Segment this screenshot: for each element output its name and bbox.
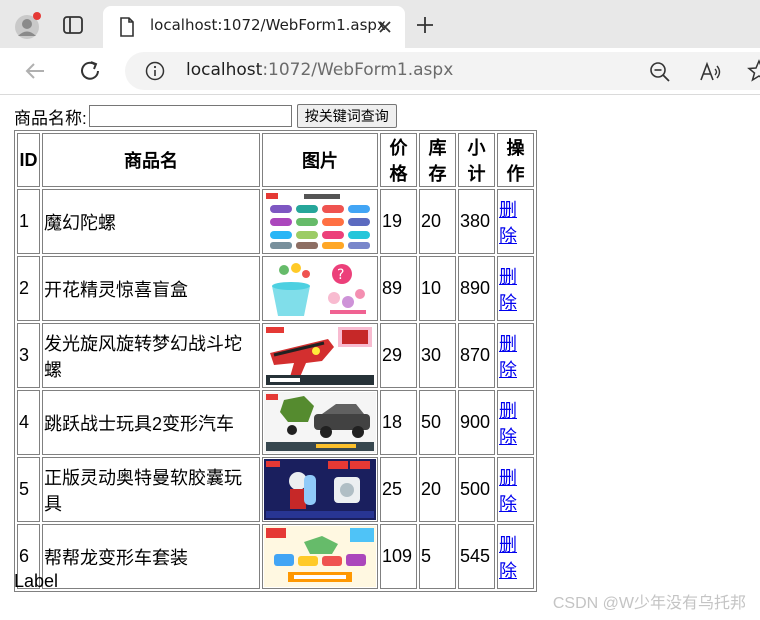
- glowing-launcher-product-image: [264, 325, 376, 386]
- cell-price: 29: [380, 323, 417, 388]
- footer-label: Label: [14, 571, 59, 591]
- page-icon: [120, 17, 134, 37]
- cell-action: 删除: [497, 256, 534, 321]
- tab-title: localhost:1072/WebForm1.aspx: [150, 16, 386, 34]
- cell-subtotal: 870: [458, 323, 495, 388]
- header-row: ID 商品名 图片 价格 库存 小计 操作: [17, 133, 534, 187]
- cell-image: [262, 189, 378, 254]
- cell-stock: 20: [419, 189, 456, 254]
- cell-name: 正版灵动奥特曼软胶囊玩具: [42, 457, 260, 522]
- search-row: 商品名称: 按关键词查询: [14, 103, 397, 129]
- cell-stock: 20: [419, 457, 456, 522]
- table-row: 5 正版灵动奥特曼软胶囊玩具 25 20 500 删除: [17, 457, 534, 522]
- cell-price: 19: [380, 189, 417, 254]
- new-tab-icon[interactable]: [414, 14, 436, 36]
- cell-name: 发光旋风旋转梦幻战斗坨螺: [42, 323, 260, 388]
- table-row: 3 发光旋风旋转梦幻战斗坨螺 29 30 870 删除: [17, 323, 534, 388]
- read-aloud-icon[interactable]: [698, 60, 722, 84]
- svg-text:?: ?: [337, 267, 344, 283]
- delete-link[interactable]: 删除: [499, 535, 517, 581]
- header-subtotal: 小计: [458, 133, 495, 187]
- table-row: 2 开花精灵惊喜盲盒 ? 89 10 890 删除: [17, 256, 534, 321]
- spinning-tops-product-image: [264, 191, 376, 252]
- address-bar[interactable]: localhost:1072/WebForm1.aspx: [125, 52, 760, 90]
- table-row: 1 魔幻陀螺 19 20 380 删除: [17, 189, 534, 254]
- cell-price: 109: [380, 524, 417, 589]
- search-button[interactable]: 按关键词查询: [296, 104, 397, 128]
- url-host: localhost: [186, 60, 263, 80]
- header-image: 图片: [262, 133, 378, 187]
- delete-link[interactable]: 删除: [499, 401, 517, 447]
- cell-action: 删除: [497, 323, 534, 388]
- cell-id: 2: [17, 256, 40, 321]
- cell-action: 删除: [497, 457, 534, 522]
- cell-name: 跳跃战士玩具2变形汽车: [42, 390, 260, 455]
- cell-id: 5: [17, 457, 40, 522]
- flower-pot-blind-box-product-image: ?: [264, 258, 376, 319]
- table-row: 4 跳跃战士玩具2变形汽车 18 50 900 删除: [17, 390, 534, 455]
- back-arrow-icon[interactable]: [22, 58, 48, 84]
- cell-subtotal: 380: [458, 189, 495, 254]
- cell-subtotal: 890: [458, 256, 495, 321]
- cell-stock: 10: [419, 256, 456, 321]
- url-path: :1072/WebForm1.aspx: [262, 60, 454, 80]
- cell-price: 89: [380, 256, 417, 321]
- cell-price: 18: [380, 390, 417, 455]
- delete-link[interactable]: 删除: [499, 200, 517, 246]
- cell-subtotal: 545: [458, 524, 495, 589]
- url-text[interactable]: localhost:1072/WebForm1.aspx: [186, 60, 453, 80]
- search-input[interactable]: [88, 105, 292, 127]
- watermark: CSDN @W少年没有乌托邦: [552, 595, 746, 612]
- dino-car-set-product-image: [264, 526, 376, 587]
- cell-image: [262, 390, 378, 455]
- table-row: 6 帮帮龙变形车套装 109 5 545 删除: [17, 524, 534, 589]
- header-name: 商品名: [42, 133, 260, 187]
- tab-actions-icon[interactable]: [62, 14, 84, 36]
- favorite-star-icon[interactable]: [747, 59, 760, 83]
- zoom-out-icon[interactable]: [649, 61, 671, 83]
- delete-link[interactable]: 删除: [499, 267, 517, 313]
- cell-id: 1: [17, 189, 40, 254]
- product-grid: ID 商品名 图片 价格 库存 小计 操作 1 魔幻陀螺 19 20 380 删…: [14, 130, 537, 592]
- cell-stock: 50: [419, 390, 456, 455]
- close-tab-icon[interactable]: [377, 19, 393, 35]
- reload-icon[interactable]: [77, 58, 103, 84]
- cell-action: 删除: [497, 189, 534, 254]
- cell-image: ?: [262, 256, 378, 321]
- cell-id: 3: [17, 323, 40, 388]
- cell-subtotal: 500: [458, 457, 495, 522]
- header-stock: 库存: [419, 133, 456, 187]
- cell-image: [262, 323, 378, 388]
- cell-action: 删除: [497, 390, 534, 455]
- browser-tab-bar: localhost:1072/WebForm1.aspx: [0, 0, 760, 48]
- cell-subtotal: 900: [458, 390, 495, 455]
- browser-toolbar: localhost:1072/WebForm1.aspx: [0, 48, 760, 95]
- active-tab[interactable]: localhost:1072/WebForm1.aspx: [103, 6, 405, 48]
- profile-avatar-icon[interactable]: [14, 12, 42, 40]
- cell-stock: 5: [419, 524, 456, 589]
- header-action: 操作: [497, 133, 534, 187]
- header-id: ID: [17, 133, 40, 187]
- cell-price: 25: [380, 457, 417, 522]
- cell-stock: 30: [419, 323, 456, 388]
- delete-link[interactable]: 删除: [499, 334, 517, 380]
- transforming-car-product-image: [264, 392, 376, 453]
- delete-link[interactable]: 删除: [499, 468, 517, 514]
- cell-id: 4: [17, 390, 40, 455]
- cell-image: [262, 524, 378, 589]
- header-price: 价格: [380, 133, 417, 187]
- cell-name: 帮帮龙变形车套装: [42, 524, 260, 589]
- ultraman-capsule-product-image: [264, 459, 376, 520]
- page-content: 商品名称: 按关键词查询 ID 商品名 图片 价格 库存 小计 操作 1 魔幻陀…: [0, 95, 760, 620]
- site-info-icon[interactable]: [145, 61, 165, 81]
- search-label: 商品名称:: [14, 108, 87, 128]
- cell-name: 魔幻陀螺: [42, 189, 260, 254]
- cell-name: 开花精灵惊喜盲盒: [42, 256, 260, 321]
- cell-action: 删除: [497, 524, 534, 589]
- cell-image: [262, 457, 378, 522]
